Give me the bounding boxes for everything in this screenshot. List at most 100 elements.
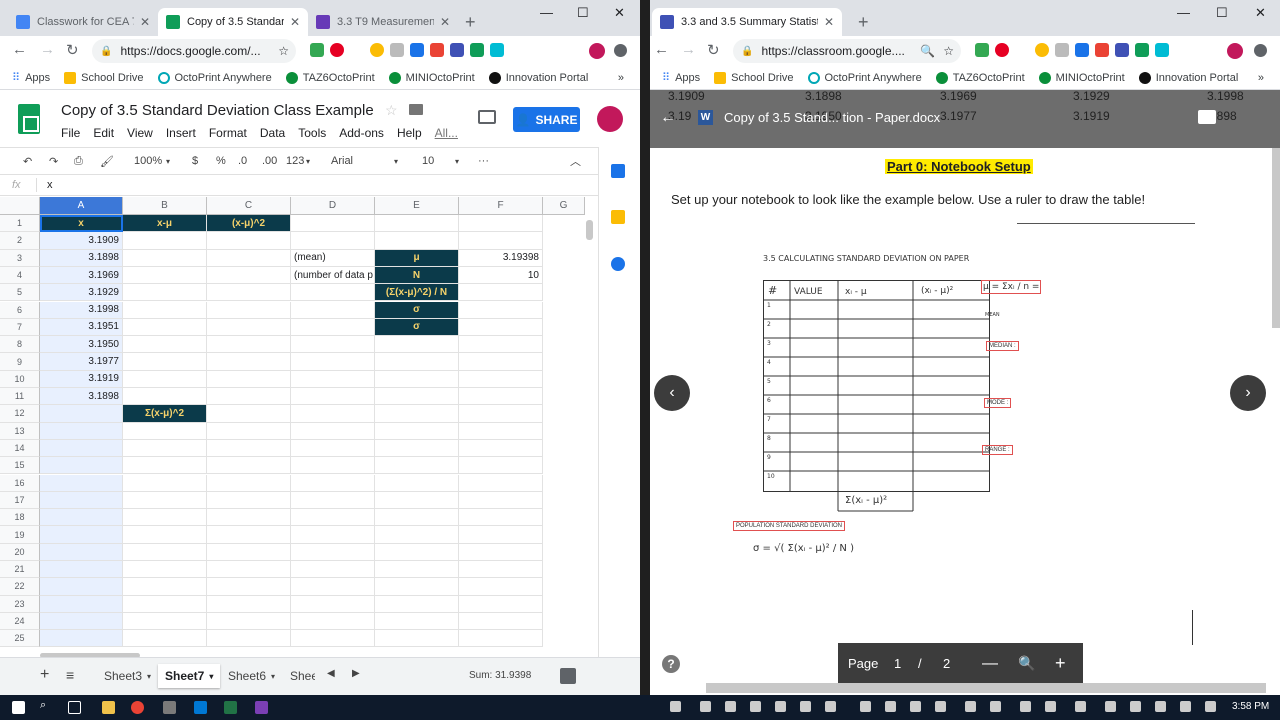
cell-e22[interactable]	[375, 578, 459, 596]
cell-b14[interactable]	[123, 439, 207, 458]
cell-e9[interactable]	[375, 353, 459, 371]
column-header-g[interactable]: G	[543, 197, 585, 215]
cell-f1[interactable]	[459, 215, 543, 233]
all-sheets-icon[interactable]: ≡	[66, 667, 74, 683]
pinterest-icon[interactable]	[995, 43, 1009, 57]
tray-icon[interactable]	[800, 701, 811, 712]
close-tab-icon[interactable]: ✕	[440, 15, 450, 29]
cell-b10[interactable]	[123, 370, 207, 388]
column-header-d[interactable]: D	[291, 197, 375, 215]
row-header[interactable]: 4	[0, 266, 40, 285]
cell-a2[interactable]: 3.1909	[40, 232, 123, 250]
cell-d6[interactable]	[291, 301, 375, 319]
scroll-left-icon[interactable]: ◀	[327, 668, 335, 679]
cell-f20[interactable]	[459, 543, 543, 561]
cell-d5[interactable]	[291, 284, 375, 302]
cell-f9[interactable]	[459, 353, 543, 371]
cell-a10[interactable]: 3.1919	[40, 370, 123, 388]
tray-icon[interactable]	[935, 701, 946, 712]
tray-icon[interactable]	[775, 701, 786, 712]
cell-f21[interactable]	[459, 561, 543, 579]
cell-c12[interactable]	[207, 405, 291, 423]
cell-a11[interactable]: 3.1898	[40, 388, 123, 406]
cell-f5[interactable]	[459, 284, 543, 302]
cell-f23[interactable]	[459, 595, 543, 613]
cell-e23[interactable]	[375, 595, 459, 613]
font-size-select[interactable]: 10	[422, 155, 434, 167]
increase-decimal-button[interactable]: .00	[262, 155, 277, 167]
collapse-icon[interactable]: ︿	[570, 153, 581, 169]
address-bar[interactable]: 🔒 https://classroom.google.... 🔍 ☆	[733, 39, 961, 63]
cell-f13[interactable]	[459, 422, 543, 440]
cell-e17[interactable]	[375, 491, 459, 510]
extension-icon[interactable]	[1135, 43, 1149, 57]
tray-icon[interactable]	[725, 701, 736, 712]
close-tab-icon[interactable]: ✕	[290, 15, 300, 29]
cell-c16[interactable]	[207, 474, 291, 492]
cell-e10[interactable]	[375, 370, 459, 388]
tab-summary-statistics[interactable]: 3.3 and 3.5 Summary Statistics Tu ✕	[652, 8, 842, 36]
cell-f4[interactable]: 10	[459, 266, 543, 285]
currency-format-button[interactable]: $	[192, 155, 198, 167]
tray-icon[interactable]	[1075, 701, 1086, 712]
cell-c24[interactable]	[207, 612, 291, 631]
bookmark-school-drive[interactable]: School Drive	[64, 71, 144, 84]
tab-standard-deviation[interactable]: Copy of 3.5 Standard ✕	[158, 8, 308, 36]
cell-d2[interactable]	[291, 232, 375, 250]
cell-b7[interactable]	[123, 318, 207, 337]
cell-b18[interactable]	[123, 509, 207, 527]
close-window-icon[interactable]: ✕	[614, 5, 625, 21]
cell-a24[interactable]	[40, 612, 123, 631]
cell-f14[interactable]	[459, 439, 543, 458]
cell-e20[interactable]	[375, 543, 459, 561]
minimize-icon[interactable]: —	[1177, 5, 1190, 20]
cell-d3[interactable]: (mean)	[291, 249, 375, 267]
cell-f24[interactable]	[459, 612, 543, 631]
tab-classwork[interactable]: Classwork for CEA 7th ✕	[8, 8, 158, 36]
share-button[interactable]: 👤 SHARE	[513, 107, 580, 132]
app-icon[interactable]	[255, 701, 268, 714]
cell-c19[interactable]	[207, 526, 291, 544]
cell-d8[interactable]	[291, 336, 375, 354]
extension-icon[interactable]	[1075, 43, 1089, 57]
tray-icon[interactable]	[1045, 701, 1056, 712]
cell-c9[interactable]	[207, 353, 291, 371]
cell-d7[interactable]	[291, 318, 375, 337]
tasks-icon[interactable]	[611, 257, 625, 271]
cell-b20[interactable]	[123, 543, 207, 561]
menu-data[interactable]: Data	[260, 126, 285, 140]
cell-b19[interactable]	[123, 526, 207, 544]
cell-d19[interactable]	[291, 526, 375, 544]
cell-b12[interactable]: Σ(x-μ)^2	[123, 405, 207, 423]
close-window-icon[interactable]: ✕	[1255, 5, 1266, 21]
extension-icon[interactable]	[1055, 43, 1069, 57]
row-header[interactable]: 16	[0, 474, 40, 492]
new-tab-icon[interactable]: +	[465, 12, 476, 33]
extension-icon[interactable]	[310, 43, 324, 57]
address-bar[interactable]: 🔒 https://docs.google.com/... ☆	[92, 39, 296, 63]
cell-e25[interactable]	[375, 630, 459, 648]
cell-f15[interactable]	[459, 457, 543, 475]
cell-d20[interactable]	[291, 543, 375, 561]
reload-icon[interactable]: ↻	[707, 41, 720, 59]
outlook-icon[interactable]	[194, 701, 207, 714]
chrome-icon[interactable]	[131, 701, 144, 714]
forward-icon[interactable]: →	[681, 41, 696, 58]
close-tab-icon[interactable]: ✕	[140, 15, 150, 29]
row-header[interactable]: 6	[0, 301, 40, 319]
cell-d1[interactable]	[291, 215, 375, 233]
cell-e14[interactable]	[375, 439, 459, 458]
cell-e1[interactable]	[375, 215, 459, 233]
cell-c4[interactable]	[207, 266, 291, 285]
cell-e11[interactable]	[375, 388, 459, 406]
maximize-icon[interactable]: ☐	[577, 5, 589, 21]
extension-icon[interactable]	[1035, 43, 1049, 57]
scroll-right-icon[interactable]: ▶	[352, 668, 360, 679]
tray-icon[interactable]	[860, 701, 871, 712]
cell-e4[interactable]: N	[375, 266, 459, 285]
back-icon[interactable]: ←	[12, 41, 27, 58]
sheet-tab-sheet7[interactable]: Sheet7 ▾	[158, 664, 221, 688]
cell-c20[interactable]	[207, 543, 291, 561]
cell-b21[interactable]	[123, 561, 207, 579]
row-header[interactable]: 2	[0, 232, 40, 250]
